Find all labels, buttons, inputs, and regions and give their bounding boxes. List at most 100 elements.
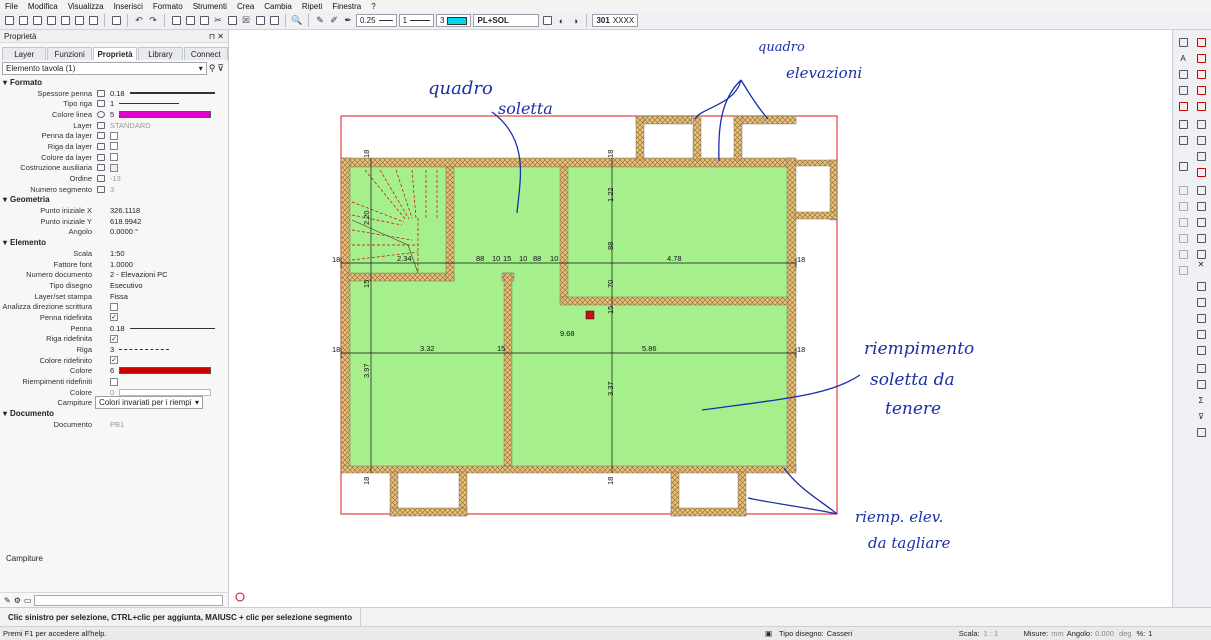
menu-strumenti[interactable]: Strumenti <box>188 2 232 11</box>
tool-icon[interactable] <box>1195 134 1207 146</box>
menu-help[interactable]: ? <box>366 2 380 11</box>
search-input[interactable] <box>34 594 223 606</box>
menu-file[interactable]: File <box>0 2 23 11</box>
new-icon[interactable] <box>3 15 15 27</box>
angle-unit[interactable]: deg <box>1119 629 1132 638</box>
brush-icon[interactable]: ✐ <box>328 15 340 27</box>
tool-icon[interactable] <box>1177 200 1189 212</box>
pin-icon[interactable]: ⊓ <box>209 32 215 41</box>
lock-icon[interactable]: ◑ <box>569 15 581 27</box>
checkbox[interactable] <box>110 163 118 172</box>
tab-funzioni[interactable]: Funzioni <box>47 47 92 60</box>
menu-ripeti[interactable]: Ripeti <box>297 2 327 11</box>
checkbox-checked[interactable]: ✓ <box>110 313 118 322</box>
cloud-icon[interactable] <box>268 15 280 27</box>
tab-layer[interactable]: Layer <box>2 47 47 60</box>
hatch-select[interactable]: 301 XXXX <box>592 14 639 27</box>
zoom-icon[interactable]: 🔍 <box>291 15 303 27</box>
section-elemento[interactable]: ▾ Elemento <box>0 237 228 248</box>
eraser-icon[interactable] <box>1177 100 1189 112</box>
hatch-tool-icon[interactable] <box>1177 84 1189 96</box>
scale-value[interactable]: 1 : 1 <box>984 629 1024 638</box>
checkbox[interactable] <box>110 142 118 151</box>
menu-formato[interactable]: Formato <box>148 2 188 11</box>
red-tool-icon[interactable] <box>1195 84 1207 96</box>
line-type-select[interactable]: 1 <box>398 14 435 27</box>
tab-connect[interactable]: Connect <box>183 47 229 60</box>
drawing-type-value[interactable]: Casseri <box>827 629 959 638</box>
tab-proprieta[interactable]: Proprietà <box>92 47 138 60</box>
checkbox[interactable] <box>110 153 118 162</box>
tool-icon[interactable] <box>1177 216 1189 228</box>
section-documento[interactable]: ▾ Documento <box>0 408 228 419</box>
tool-icon[interactable] <box>1195 362 1207 374</box>
checkbox[interactable] <box>110 302 118 311</box>
tool-icon[interactable] <box>1195 344 1207 356</box>
tool-icon[interactable] <box>1195 200 1207 212</box>
close-red-icon[interactable]: ✕ <box>1195 258 1207 270</box>
drawing-canvas[interactable]: 18 18 18 18 2.34 88 10 15 10 88 10 4.78 … <box>230 30 1172 607</box>
fill-color-swatch[interactable] <box>119 367 212 375</box>
color-select[interactable]: 3 <box>436 14 472 27</box>
line-color-swatch[interactable] <box>119 110 212 118</box>
tool-icon[interactable] <box>1195 280 1207 292</box>
section-formato[interactable]: ▾ Formato <box>0 77 228 88</box>
menu-inserisci[interactable]: Inserisci <box>109 2 148 11</box>
menu-finestra[interactable]: Finestra <box>327 2 366 11</box>
angle-value[interactable]: 0.000 <box>1095 629 1114 638</box>
folder-icon[interactable]: ▭ <box>24 596 32 605</box>
tool-icon[interactable] <box>1195 216 1207 228</box>
close-icon[interactable]: ✕ <box>217 32 224 41</box>
paste-icon[interactable] <box>73 15 85 27</box>
layer-settings-icon[interactable] <box>541 15 553 27</box>
tool-icon[interactable] <box>1177 160 1189 172</box>
element-select[interactable]: Elemento tavola (1) ▾ <box>2 62 207 75</box>
tool-icon[interactable] <box>1195 296 1207 308</box>
tool-icon[interactable] <box>1195 328 1207 340</box>
pipette-icon[interactable]: ✒ <box>342 15 354 27</box>
menu-cambia[interactable]: Cambia <box>259 2 297 11</box>
selection-marker[interactable] <box>585 310 595 320</box>
open-icon[interactable] <box>17 15 29 27</box>
tool-icon[interactable] <box>1195 426 1207 438</box>
filter-icon[interactable]: ⊽ <box>1195 410 1207 422</box>
zoom-element-icon[interactable]: ⚲ <box>209 63 216 74</box>
print-icon[interactable] <box>45 15 57 27</box>
units-value[interactable]: mm <box>1051 629 1064 638</box>
screen-icon[interactable] <box>110 15 122 27</box>
pen-icon[interactable]: ✎ <box>4 596 11 605</box>
checkbox-checked[interactable]: ✓ <box>110 356 118 365</box>
checkbox-checked[interactable]: ✓ <box>110 334 118 343</box>
tool-icon[interactable] <box>1195 118 1207 130</box>
redo-icon[interactable]: ↷ <box>147 15 159 27</box>
tool-icon[interactable] <box>1177 184 1189 196</box>
pen-tool-icon[interactable]: ✎ <box>314 15 326 27</box>
tool-icon[interactable] <box>1177 248 1189 260</box>
scissors-icon[interactable]: ✂ <box>212 15 224 27</box>
copy-icon[interactable] <box>59 15 71 27</box>
checkbox[interactable] <box>110 377 118 386</box>
tool-icon[interactable] <box>1195 166 1207 178</box>
tool-icon[interactable] <box>1177 134 1189 146</box>
tool-icon[interactable] <box>1195 150 1207 162</box>
undo-icon[interactable]: ↶ <box>133 15 145 27</box>
settings-icon[interactable]: ⚙ <box>14 596 21 605</box>
grid-icon[interactable] <box>184 15 196 27</box>
comment-icon[interactable] <box>87 15 99 27</box>
tool-icon[interactable] <box>1195 184 1207 196</box>
tool-icon[interactable] <box>1177 232 1189 244</box>
empty-color-swatch[interactable] <box>119 388 212 396</box>
tool-icon[interactable] <box>1195 232 1207 244</box>
red-tool-icon[interactable] <box>1195 100 1207 112</box>
tool-icon[interactable] <box>1195 378 1207 390</box>
line-tool-icon[interactable] <box>1177 36 1189 48</box>
layer-select[interactable]: PL+SOL <box>473 14 540 27</box>
text-tool-icon[interactable]: A <box>1177 52 1189 64</box>
layout-icon[interactable] <box>170 15 182 27</box>
tool-icon[interactable] <box>1177 264 1189 276</box>
frame-icon[interactable] <box>226 15 238 27</box>
measure-icon[interactable] <box>198 15 210 27</box>
menu-crea[interactable]: Crea <box>232 2 259 11</box>
tool-icon[interactable] <box>1195 312 1207 324</box>
percent-value[interactable]: 1 <box>1148 629 1152 638</box>
